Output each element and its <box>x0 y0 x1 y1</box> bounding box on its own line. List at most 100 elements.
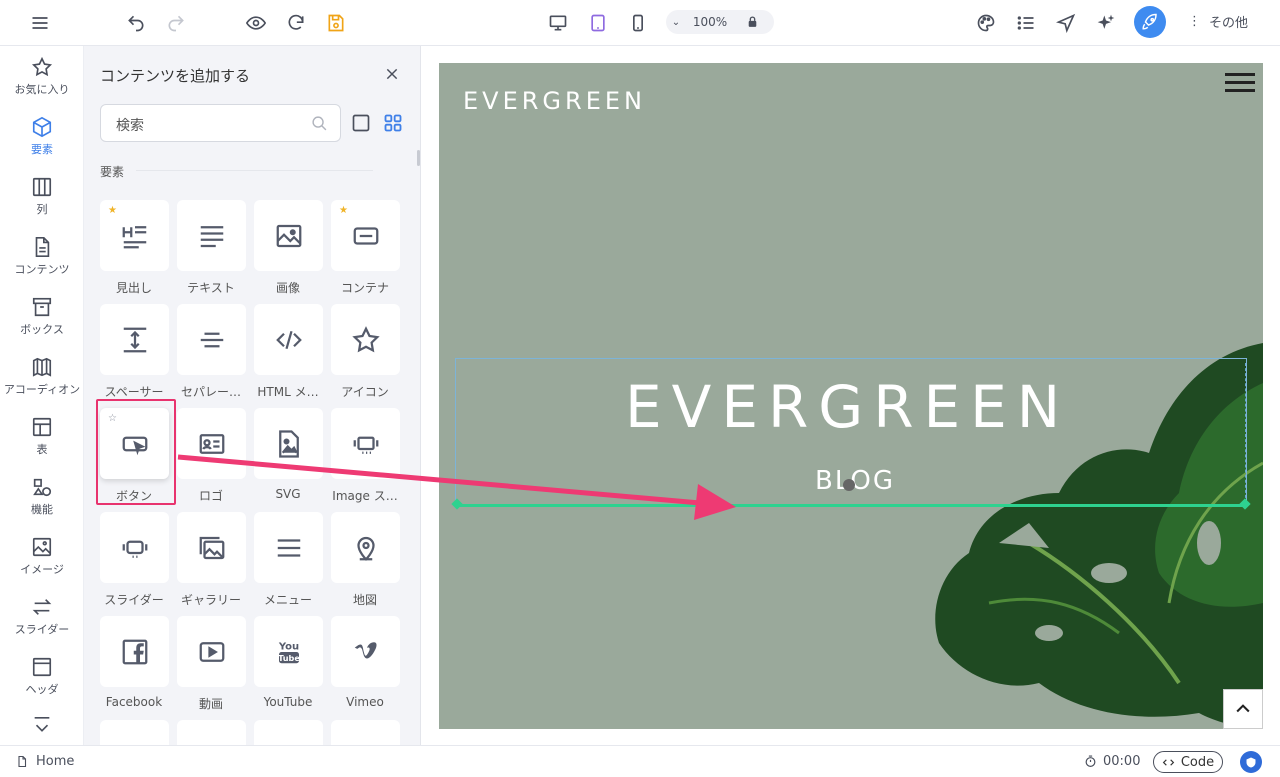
separator-icon <box>200 332 223 347</box>
hamburger-menu-icon[interactable] <box>1225 69 1255 99</box>
hero-title[interactable]: EVERGREEN <box>625 373 1070 441</box>
sidebar-item-label: イメージ <box>20 563 64 576</box>
text-icon <box>200 225 223 247</box>
tile-label: SVG <box>275 487 301 501</box>
undo-icon[interactable] <box>121 8 151 38</box>
tile-slider[interactable] <box>100 512 169 583</box>
star-icon <box>31 56 53 77</box>
sidebar-item-favorites[interactable]: お気に入り <box>0 56 83 97</box>
facebook-icon <box>122 639 147 664</box>
tile-html[interactable] <box>254 304 323 375</box>
sidebar-item-label: 要素 <box>31 143 53 156</box>
tile-image[interactable] <box>254 200 323 271</box>
tile-facebook[interactable] <box>100 616 169 687</box>
sidebar-item-columns[interactable]: 列 <box>0 176 83 217</box>
more-menu[interactable]: ⋮ その他 <box>1188 12 1248 31</box>
redo-icon[interactable] <box>161 8 191 38</box>
hamburger-menu-icon[interactable] <box>25 8 55 38</box>
favorite-star-icon: ★ <box>339 205 348 216</box>
tile-vimeo[interactable] <box>331 616 400 687</box>
tile-image-slider[interactable] <box>331 408 400 479</box>
archive-box-icon <box>32 297 52 317</box>
tablet-view-icon[interactable] <box>583 8 613 38</box>
lock-icon[interactable] <box>742 12 762 32</box>
tile-gallery[interactable] <box>177 512 246 583</box>
sidebar-item-table[interactable]: 表 <box>0 416 83 457</box>
shield-icon[interactable] <box>1240 751 1262 773</box>
sidebar-item-label: 機能 <box>31 503 53 516</box>
top-toolbar: ⌄ 100% ⋮ その他 <box>0 0 1280 46</box>
sidebar-scroll-down[interactable] <box>0 716 83 741</box>
list-icon[interactable] <box>1011 8 1041 38</box>
sidebar-item-image[interactable]: イメージ <box>0 536 83 577</box>
sidebar-item-label: お気に入り <box>14 83 70 96</box>
zoom-control[interactable]: ⌄ 100% <box>666 10 774 34</box>
tile-label: Image ス… <box>332 489 398 503</box>
slider-icon <box>122 540 147 558</box>
sidebar-item-header[interactable]: ヘッダ <box>0 656 83 697</box>
sidebar-item-boxes[interactable]: ボックス <box>0 296 83 337</box>
chevron-up-icon <box>1236 704 1250 713</box>
ai-sparkle-icon[interactable] <box>1091 8 1121 38</box>
tile-text[interactable] <box>177 200 246 271</box>
tile-icon[interactable] <box>331 304 400 375</box>
close-icon[interactable] <box>381 63 403 85</box>
youtube-icon: YouTube <box>277 641 300 663</box>
tile-partial[interactable] <box>100 720 169 745</box>
panel-scrollbar[interactable] <box>417 150 420 166</box>
tile-label: YouTube <box>263 695 313 709</box>
tile-label: スペーサー <box>104 385 164 399</box>
image-icon <box>276 224 301 247</box>
tile-partial[interactable] <box>177 720 246 745</box>
favorite-star-icon: ★ <box>108 205 117 216</box>
hero-subtitle[interactable]: BLOG <box>815 466 895 496</box>
tile-logo[interactable] <box>177 408 246 479</box>
desktop-view-icon[interactable] <box>543 8 573 38</box>
section-divider <box>136 170 373 171</box>
page-selector[interactable]: Home <box>16 754 74 769</box>
tile-youtube[interactable]: You Tube <box>254 616 323 687</box>
sidebar-item-features[interactable]: 機能 <box>0 476 83 517</box>
tile-separator[interactable] <box>177 304 246 375</box>
refresh-icon[interactable] <box>281 8 311 38</box>
tile-label: 画像 <box>275 281 300 295</box>
tile-video[interactable] <box>177 616 246 687</box>
tile-container[interactable]: ★ <box>331 200 400 271</box>
tile-heading[interactable]: ★ <box>100 200 169 271</box>
grid-view-icon[interactable] <box>383 113 403 133</box>
navigate-arrow-icon[interactable] <box>1051 8 1081 38</box>
tile-label: Vimeo <box>346 695 384 709</box>
code-label: Code <box>1180 754 1215 770</box>
sidebar-item-elements[interactable]: 要素 <box>0 116 83 157</box>
drag-handle-icon[interactable] <box>843 479 855 491</box>
page-preview[interactable]: EVERGREEN EVERGREEN BLOG <box>439 63 1263 729</box>
code-icon <box>275 330 302 349</box>
publish-rocket-icon[interactable] <box>1134 6 1166 38</box>
shapes-icon <box>33 478 52 497</box>
sidebar-item-accordion[interactable]: アコーディオン <box>0 356 83 397</box>
logo-icon <box>199 433 224 454</box>
preview-eye-icon[interactable] <box>241 8 271 38</box>
single-view-icon[interactable] <box>351 113 371 133</box>
code-brackets-icon <box>1162 758 1175 766</box>
video-icon <box>199 641 224 662</box>
sidebar-item-slider[interactable]: スライダー <box>0 596 83 637</box>
tile-svg[interactable] <box>254 408 323 479</box>
palette-icon[interactable] <box>971 8 1001 38</box>
chevron-down-icon[interactable]: ⌄ <box>666 17 686 28</box>
code-button[interactable]: Code <box>1153 751 1223 773</box>
save-icon[interactable] <box>321 8 351 38</box>
section-label: 要素 <box>100 165 125 179</box>
tile-menu[interactable] <box>254 512 323 583</box>
sidebar-item-label: スライダー <box>14 623 70 636</box>
sidebar-item-contents[interactable]: コンテンツ <box>0 236 83 277</box>
scroll-to-top-button[interactable] <box>1223 689 1263 729</box>
tile-spacer[interactable] <box>100 304 169 375</box>
tile-label: メニュー <box>263 593 312 607</box>
search-input[interactable]: 検索 <box>100 104 341 142</box>
tile-map[interactable] <box>331 512 400 583</box>
site-logo[interactable]: EVERGREEN <box>463 87 646 115</box>
mobile-view-icon[interactable] <box>623 8 653 38</box>
tile-partial[interactable] <box>331 720 400 745</box>
tile-partial[interactable] <box>254 720 323 745</box>
